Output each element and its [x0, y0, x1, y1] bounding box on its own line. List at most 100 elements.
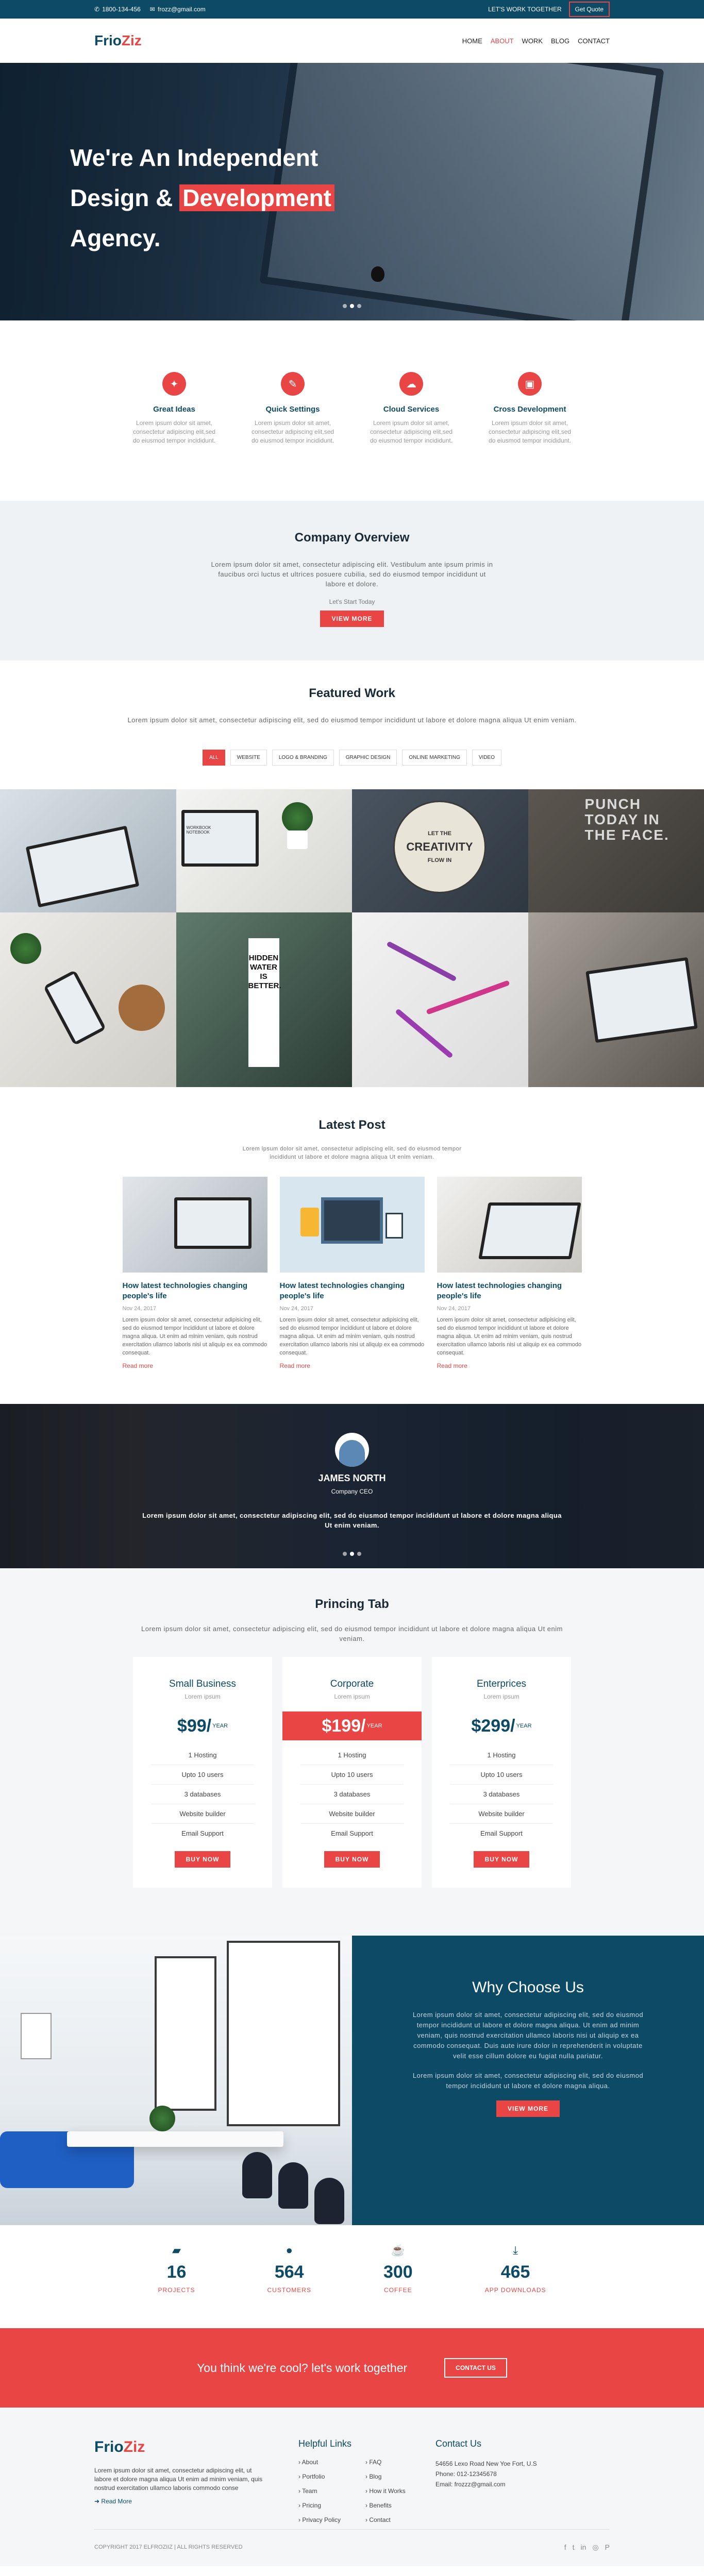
footer-logo[interactable]: FrioZiz — [94, 2438, 270, 2456]
post-image[interactable] — [279, 1177, 425, 1273]
plan-card: Small Business Lorem ipsum $99/YEAR 1 Ho… — [133, 1657, 272, 1888]
filter-video[interactable]: VIDEO — [472, 750, 501, 766]
buy-now-button[interactable]: BUY NOW — [174, 1851, 231, 1868]
section-title: Princing Tab — [315, 1597, 389, 1611]
footer-link[interactable]: › Blog — [365, 2473, 417, 2480]
slider-dot-active[interactable] — [350, 304, 354, 308]
email-info[interactable]: ✉ frozz@gmail.com — [150, 6, 206, 13]
feature-card: ☁ Cloud Services Lorem ipsum dolor sit a… — [367, 372, 456, 501]
slider-dot[interactable] — [343, 1552, 347, 1556]
portfolio-item[interactable] — [528, 912, 704, 1087]
plan-feature: Email Support — [331, 1829, 373, 1837]
portfolio-item[interactable]: HIDDEN WATER IS BETTER. — [176, 912, 352, 1087]
nav-home[interactable]: HOME — [462, 37, 482, 45]
nav-contact[interactable]: CONTACT — [578, 37, 610, 45]
view-more-button[interactable]: VIEW MORE — [320, 611, 384, 627]
phone-info: ✆ 1800-134-456 — [94, 6, 141, 13]
plan-feature: 3 databases — [450, 1785, 553, 1804]
stat-number: 564 — [274, 2262, 304, 2282]
footer-link[interactable]: › How it Works — [365, 2487, 417, 2495]
contact-us-button[interactable]: CONTACT US — [444, 2358, 507, 2378]
footer-link[interactable]: › Portfolio — [298, 2473, 365, 2480]
plan-feature: 1 Hosting — [450, 1745, 553, 1765]
filter-graphic-design[interactable]: GRAPHIC DESIGN — [339, 750, 397, 766]
footer-link[interactable]: › FAQ — [365, 2459, 417, 2466]
tagline: LET'S WORK TOGETHER — [488, 6, 562, 13]
post-title[interactable]: How latest technologies changing people'… — [280, 1281, 425, 1301]
slider-dot[interactable] — [357, 304, 361, 308]
post-card: How latest technologies changing people'… — [437, 1177, 582, 1369]
filter-logo-branding[interactable]: LOGO & BRANDING — [272, 750, 334, 766]
portfolio-item[interactable] — [0, 912, 176, 1087]
why-choose-us: Why Choose Us Lorem ipsum dolor sit amet… — [0, 1936, 704, 2225]
post-image[interactable] — [437, 1177, 582, 1273]
twitter-icon[interactable]: t — [573, 2543, 575, 2552]
facebook-icon[interactable]: f — [564, 2543, 566, 2552]
hero-line2: Design & — [70, 184, 173, 211]
slider-dot[interactable] — [357, 1552, 361, 1556]
nav-about[interactable]: ABOUT — [491, 37, 514, 45]
cta-text: You think we're cool? let's work togethe… — [197, 2361, 408, 2375]
overview-text: Lorem ipsum dolor sit amet, consectetur … — [211, 561, 493, 588]
stat-label: COFFEE — [383, 2286, 412, 2294]
read-more-link[interactable]: Read more — [123, 1362, 267, 1369]
section-title: Company Overview — [294, 531, 410, 545]
feature-card: ✦ Great Ideas Lorem ipsum dolor sit amet… — [130, 372, 219, 501]
section-title: Latest Post — [319, 1118, 385, 1132]
logo[interactable]: FrioZiz — [94, 32, 142, 49]
testimonial-dots — [0, 1552, 704, 1556]
buy-now-button[interactable]: BUY NOW — [324, 1851, 380, 1868]
desktop-icon: ▣ — [518, 372, 542, 396]
sign-line2: CREATIVITY — [406, 840, 473, 853]
post-title[interactable]: How latest technologies changing people'… — [123, 1281, 267, 1301]
post-image[interactable] — [122, 1177, 267, 1273]
footer-address: 54656 Lexo Road New Yoe Fort, U.S — [435, 2460, 537, 2467]
footer-link[interactable]: › Pricing — [298, 2502, 365, 2509]
posts-list: How latest technologies changing people'… — [0, 1177, 704, 1369]
read-more-link[interactable]: Read more — [437, 1362, 582, 1369]
footer-phone: Phone: 012-12345678 — [435, 2470, 497, 2478]
nav-blog[interactable]: BLOG — [551, 37, 569, 45]
filter-online-marketing[interactable]: ONLINE MARKETING — [402, 750, 467, 766]
pinterest-icon[interactable]: P — [605, 2543, 610, 2552]
download-icon: ⤓ — [513, 2244, 518, 2257]
post-title[interactable]: How latest technologies changing people'… — [437, 1281, 582, 1301]
filter-all[interactable]: ALL — [203, 750, 225, 766]
footer-heading: Helpful Links — [298, 2438, 352, 2449]
email-address: frozz@gmail.com — [157, 6, 206, 13]
footer-read-more[interactable]: ➜ Read More — [94, 2498, 270, 2505]
read-more-link[interactable]: Read more — [280, 1362, 425, 1369]
testimonial-quote: Lorem ipsum dolor sit amet, consectetur … — [142, 1512, 562, 1529]
nav-work[interactable]: WORK — [522, 37, 543, 45]
plan-card: Enterprices Lorem ipsum $299/YEAR 1 Host… — [432, 1657, 571, 1888]
stat-number: 16 — [166, 2262, 187, 2282]
post-card: How latest technologies changing people'… — [279, 1177, 425, 1369]
filter-website[interactable]: WEBSITE — [230, 750, 267, 766]
footer-link[interactable]: › Team — [298, 2487, 365, 2495]
get-quote-button[interactable]: Get Quote — [568, 2, 610, 17]
view-more-button[interactable]: VIEW MORE — [496, 2100, 560, 2117]
linkedin-icon[interactable]: in — [581, 2543, 586, 2552]
footer-link[interactable]: › Contact — [365, 2516, 417, 2523]
section-title: Why Choose Us — [472, 1979, 584, 1996]
stats-section: ▰ 16 PROJECTS ● 564 CUSTOMERS ☕ 300 COFF… — [0, 2225, 704, 2328]
feature-card: ✎ Quick Settings Lorem ipsum dolor sit a… — [248, 372, 337, 501]
portfolio-item[interactable] — [352, 912, 528, 1087]
buy-now-button[interactable]: BUY NOW — [473, 1851, 530, 1868]
footer-link[interactable]: › About — [298, 2459, 365, 2466]
plan-feature: Email Support — [181, 1829, 224, 1837]
instagram-icon[interactable]: ◎ — [592, 2543, 598, 2552]
portfolio-item[interactable]: PUNCH TODAY IN THE FACE. — [528, 789, 704, 912]
footer-link[interactable]: › Privacy Policy — [298, 2516, 365, 2523]
footer-email[interactable]: Email: frozzz@gmail.com — [435, 2479, 537, 2489]
stat-label: PROJECTS — [158, 2286, 195, 2294]
feature-title: Great Ideas — [153, 405, 195, 414]
portfolio-item[interactable]: WORKBOOK NOTEBOOK — [176, 789, 352, 912]
footer-link[interactable]: › Benefits — [365, 2502, 417, 2509]
post-date: Nov 24, 2017 — [437, 1306, 471, 1312]
portfolio-item[interactable] — [0, 789, 176, 912]
portfolio-item[interactable]: LET THE CREATIVITY FLOW IN — [352, 789, 528, 912]
social-links: f t in ◎ P — [564, 2543, 610, 2552]
slider-dot[interactable] — [343, 304, 347, 308]
slider-dot-active[interactable] — [350, 1552, 354, 1556]
